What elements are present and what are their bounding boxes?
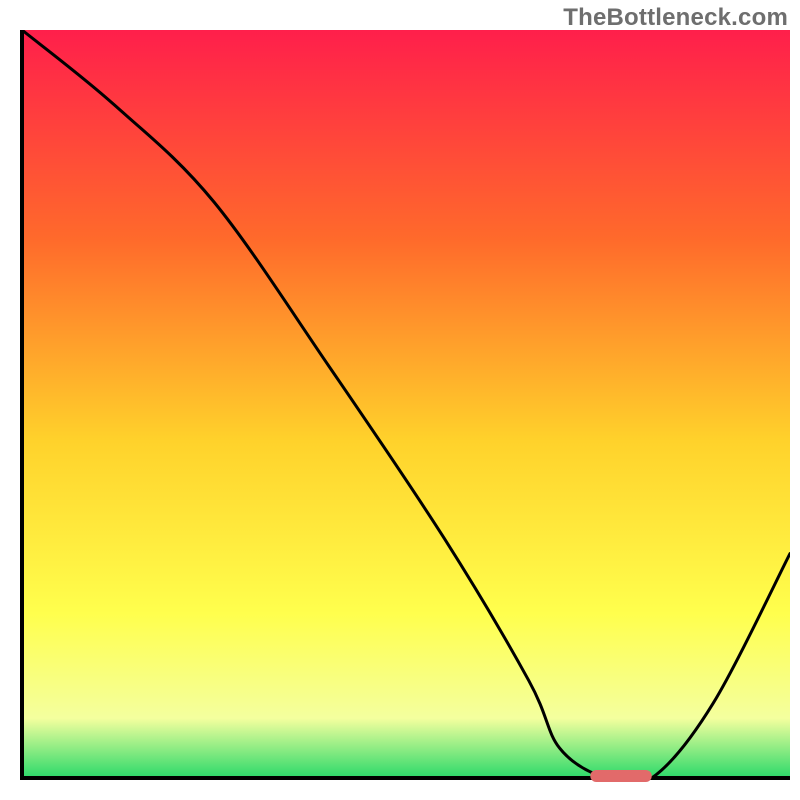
optimal-marker xyxy=(590,770,651,782)
watermark-text: TheBottleneck.com xyxy=(563,4,788,32)
bottleneck-chart xyxy=(0,0,800,800)
gradient-background xyxy=(22,30,790,778)
chart-stage: TheBottleneck.com xyxy=(0,0,800,800)
